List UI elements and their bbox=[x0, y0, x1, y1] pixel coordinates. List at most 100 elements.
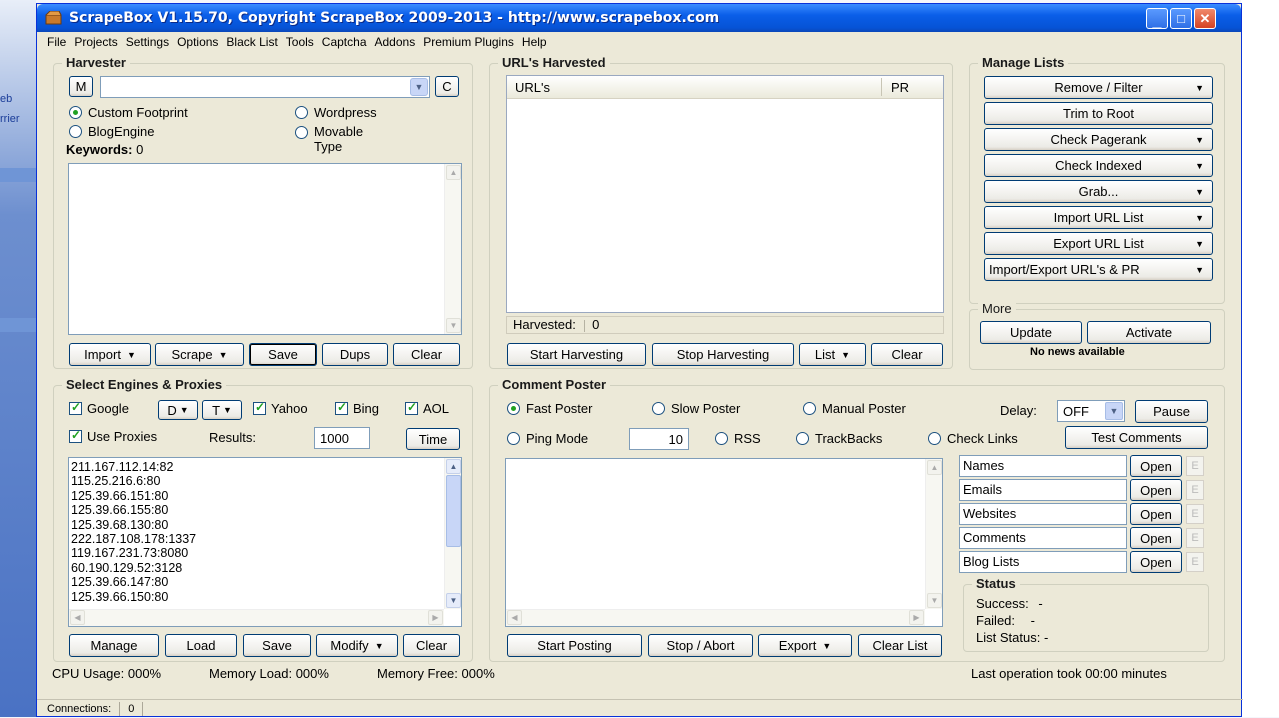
scroll-thumb[interactable] bbox=[446, 475, 461, 547]
radio-movable-type[interactable]: Movable Type bbox=[295, 124, 384, 154]
delay-select[interactable]: OFF ▼ bbox=[1057, 400, 1125, 422]
import-url-list-button[interactable]: Import URL List ▼ bbox=[984, 206, 1213, 229]
menu-tools[interactable]: Tools bbox=[286, 35, 314, 49]
load-proxies-button[interactable]: Load bbox=[165, 634, 237, 657]
menu-options[interactable]: Options bbox=[177, 35, 218, 49]
scroll-down-icon[interactable]: ▼ bbox=[446, 318, 461, 333]
grab-button[interactable]: Grab... ▼ bbox=[984, 180, 1213, 203]
google-d-dropdown[interactable]: D ▼ bbox=[158, 400, 198, 420]
scroll-right-icon[interactable]: ▶ bbox=[428, 610, 443, 625]
proxy-entry[interactable]: 60.190.129.52:3128 bbox=[71, 561, 196, 575]
keywords-scrollbar[interactable]: ▲ ▼ bbox=[444, 164, 461, 334]
title-bar[interactable]: ScrapeBox V1.15.70, Copyright ScrapeBox … bbox=[37, 4, 1241, 32]
proxy-entry[interactable]: 125.39.68.130:80 bbox=[71, 518, 196, 532]
emails-edit-button[interactable]: E bbox=[1186, 480, 1204, 500]
websites-edit-button[interactable]: E bbox=[1186, 504, 1204, 524]
blog-lists-open-button[interactable]: Open bbox=[1130, 551, 1182, 573]
proxy-entry[interactable]: 119.167.231.73:8080 bbox=[71, 546, 196, 560]
menu-file[interactable]: File bbox=[47, 35, 66, 49]
proxy-entry[interactable]: 125.39.66.147:80 bbox=[71, 575, 196, 589]
proxy-entry[interactable]: 115.25.216.6:80 bbox=[71, 474, 196, 488]
radio-wordpress[interactable]: Wordpress bbox=[295, 105, 377, 120]
remove-filter-button[interactable]: Remove / Filter ▼ bbox=[984, 76, 1213, 99]
close-button[interactable]: ✕ bbox=[1194, 8, 1216, 29]
comments-edit-button[interactable]: E bbox=[1186, 528, 1204, 548]
menu-captcha[interactable]: Captcha bbox=[322, 35, 367, 49]
proxy-entry[interactable]: 125.39.66.151:80 bbox=[71, 489, 196, 503]
blog-lists-edit-button[interactable]: E bbox=[1186, 552, 1204, 572]
comments-field[interactable]: Comments bbox=[959, 527, 1127, 549]
list-button[interactable]: List ▼ bbox=[799, 343, 866, 366]
aol-checkbox[interactable]: AOL bbox=[405, 400, 449, 416]
yahoo-checkbox[interactable]: Yahoo bbox=[253, 400, 308, 416]
minimize-button[interactable]: _ bbox=[1146, 8, 1168, 30]
menu-projects[interactable]: Projects bbox=[74, 35, 117, 49]
scroll-up-icon[interactable]: ▲ bbox=[446, 459, 461, 474]
activate-button[interactable]: Activate bbox=[1087, 321, 1211, 344]
time-button[interactable]: Time bbox=[406, 428, 460, 450]
scroll-down-icon[interactable]: ▼ bbox=[446, 593, 461, 608]
websites-open-button[interactable]: Open bbox=[1130, 503, 1182, 525]
import-export-pr-button[interactable]: Import/Export URL's & PR ▼ bbox=[984, 258, 1213, 281]
clear-urls-button[interactable]: Clear bbox=[871, 343, 943, 366]
start-posting-button[interactable]: Start Posting bbox=[507, 634, 642, 657]
names-field[interactable]: Names bbox=[959, 455, 1127, 477]
c-button[interactable]: C bbox=[435, 76, 459, 97]
manage-proxies-button[interactable]: Manage bbox=[69, 634, 159, 657]
stop-harvesting-button[interactable]: Stop Harvesting bbox=[652, 343, 794, 366]
radio-ping-mode[interactable]: Ping Mode bbox=[507, 431, 588, 446]
poster-scrollbar[interactable]: ▲ ▼ bbox=[925, 459, 942, 609]
export-button[interactable]: Export ▼ bbox=[758, 634, 852, 657]
save-proxies-button[interactable]: Save bbox=[243, 634, 311, 657]
results-input[interactable]: 1000 bbox=[314, 427, 370, 449]
col-urls[interactable]: URL's bbox=[515, 80, 550, 95]
start-harvesting-button[interactable]: Start Harvesting bbox=[507, 343, 646, 366]
scroll-up-icon[interactable]: ▲ bbox=[446, 165, 461, 180]
radio-custom-footprint[interactable]: Custom Footprint bbox=[69, 105, 188, 120]
google-checkbox[interactable]: Google bbox=[69, 400, 129, 416]
radio-slow-poster[interactable]: Slow Poster bbox=[652, 401, 740, 416]
proxy-entry[interactable]: 211.167.112.14:82 bbox=[71, 460, 196, 474]
names-edit-button[interactable]: E bbox=[1186, 456, 1204, 476]
stop-abort-button[interactable]: Stop / Abort bbox=[648, 634, 753, 657]
scrape-button[interactable]: Scrape ▼ bbox=[155, 343, 244, 366]
google-t-dropdown[interactable]: T ▼ bbox=[202, 400, 242, 420]
col-pr[interactable]: PR bbox=[891, 80, 909, 95]
modify-proxies-button[interactable]: Modify ▼ bbox=[316, 634, 398, 657]
comment-output-area[interactable]: ▲ ▼ ◀ ▶ bbox=[505, 458, 943, 627]
dups-button[interactable]: Dups bbox=[322, 343, 388, 366]
names-open-button[interactable]: Open bbox=[1130, 455, 1182, 477]
footprint-dropdown-button[interactable]: ▼ bbox=[410, 78, 428, 96]
clear-proxies-button[interactable]: Clear bbox=[403, 634, 460, 657]
emails-field[interactable]: Emails bbox=[959, 479, 1127, 501]
proxy-scrollbar[interactable]: ▲ ▼ bbox=[444, 458, 461, 609]
menu-blacklist[interactable]: Black List bbox=[226, 35, 277, 49]
menu-help[interactable]: Help bbox=[522, 35, 547, 49]
scroll-up-icon[interactable]: ▲ bbox=[927, 460, 942, 475]
import-button[interactable]: Import ▼ bbox=[69, 343, 151, 366]
pause-button[interactable]: Pause bbox=[1135, 400, 1208, 423]
clear-list-button[interactable]: Clear List bbox=[858, 634, 942, 657]
scroll-left-icon[interactable]: ◀ bbox=[507, 610, 522, 625]
save-keywords-button[interactable]: Save bbox=[249, 343, 317, 366]
proxy-entry[interactable]: 125.39.66.150:80 bbox=[71, 590, 196, 604]
proxy-hscrollbar[interactable]: ◀ ▶ bbox=[69, 609, 444, 626]
radio-trackbacks[interactable]: TrackBacks bbox=[796, 431, 882, 446]
menu-settings[interactable]: Settings bbox=[126, 35, 169, 49]
radio-fast-poster[interactable]: Fast Poster bbox=[507, 401, 592, 416]
keywords-textarea[interactable]: ▲ ▼ bbox=[68, 163, 462, 335]
blog-lists-field[interactable]: Blog Lists bbox=[959, 551, 1127, 573]
use-proxies-checkbox[interactable]: Use Proxies bbox=[69, 428, 157, 444]
urls-list[interactable]: URL's PR bbox=[506, 75, 944, 313]
update-button[interactable]: Update bbox=[980, 321, 1082, 344]
scroll-left-icon[interactable]: ◀ bbox=[70, 610, 85, 625]
trim-to-root-button[interactable]: Trim to Root bbox=[984, 102, 1213, 125]
radio-rss[interactable]: RSS bbox=[715, 431, 761, 446]
m-button[interactable]: M bbox=[69, 76, 93, 97]
bing-checkbox[interactable]: Bing bbox=[335, 400, 379, 416]
check-indexed-button[interactable]: Check Indexed ▼ bbox=[984, 154, 1213, 177]
emails-open-button[interactable]: Open bbox=[1130, 479, 1182, 501]
proxy-list[interactable]: 211.167.112.14:82 115.25.216.6:80 125.39… bbox=[68, 457, 462, 627]
radio-blogengine[interactable]: BlogEngine bbox=[69, 124, 155, 139]
export-url-list-button[interactable]: Export URL List ▼ bbox=[984, 232, 1213, 255]
